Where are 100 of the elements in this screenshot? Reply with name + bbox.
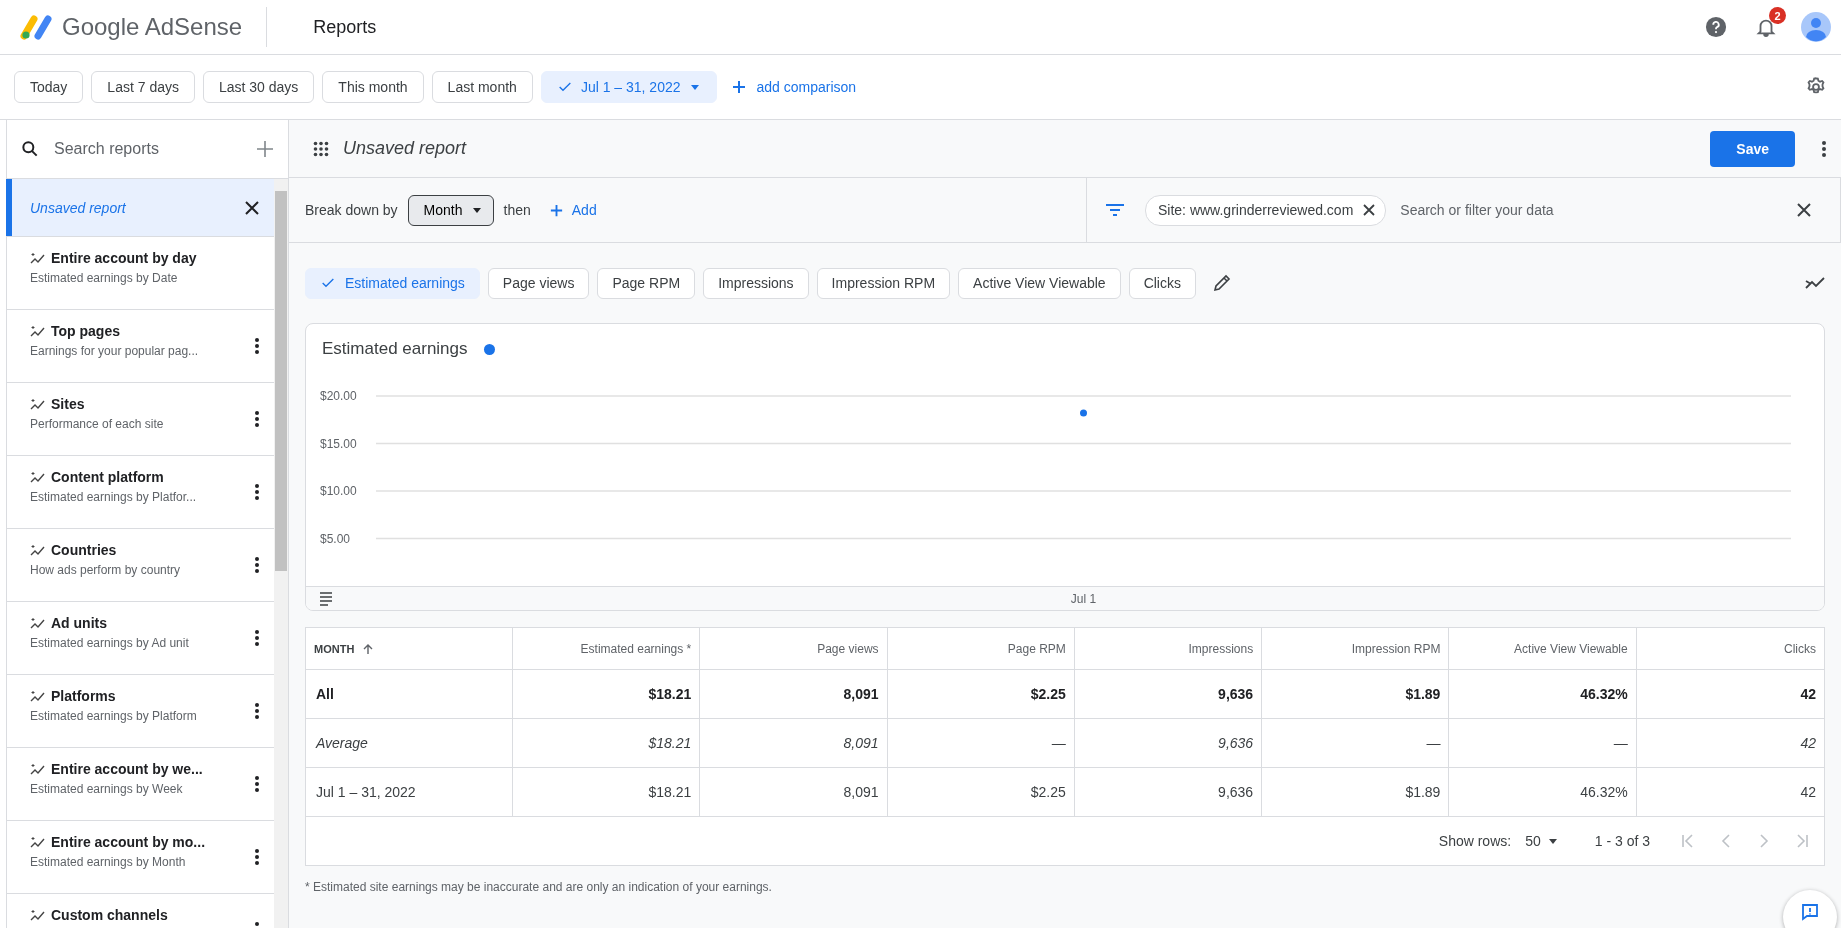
table-cell: $18.21 bbox=[513, 768, 701, 816]
metric-chip[interactable]: Page RPM bbox=[597, 267, 696, 299]
more-icon[interactable] bbox=[254, 483, 260, 501]
close-icon[interactable] bbox=[244, 199, 260, 216]
table-cell: 8,091 bbox=[700, 719, 888, 767]
help-icon[interactable] bbox=[1705, 16, 1727, 38]
date-range-button[interactable]: This month bbox=[322, 71, 424, 103]
column-header[interactable]: Page views bbox=[700, 628, 888, 669]
close-icon[interactable] bbox=[1363, 204, 1376, 216]
filter-chip[interactable]: Site: www.grinderreviewed.com bbox=[1145, 194, 1387, 226]
date-range-button[interactable]: Last 7 days bbox=[91, 71, 195, 103]
filter-field[interactable]: Search or filter your data bbox=[1398, 201, 1784, 219]
table-cell: $2.25 bbox=[887, 670, 1075, 718]
more-icon[interactable] bbox=[254, 337, 260, 355]
notification-badge: 2 bbox=[1769, 7, 1786, 24]
apps-grid-icon[interactable] bbox=[313, 140, 329, 157]
table-cell: Jul 1 – 31, 2022 bbox=[306, 768, 513, 816]
y-axis-label: $15.00 bbox=[320, 436, 357, 451]
column-header[interactable]: Impressions bbox=[1074, 628, 1263, 669]
table-cell: Average bbox=[306, 719, 513, 767]
more-icon[interactable] bbox=[254, 702, 260, 720]
date-range-button[interactable]: Jul 1 – 31, 2022 bbox=[540, 71, 717, 103]
item-subtitle: Estimated earnings by Ad unit bbox=[30, 636, 190, 650]
sparkle-trend-icon bbox=[30, 909, 46, 921]
more-icon[interactable] bbox=[254, 848, 260, 866]
item-subtitle: Earnings for your popular pag... bbox=[30, 344, 200, 358]
y-axis-label: $10.00 bbox=[320, 484, 357, 498]
table-cell: 9,636 bbox=[1074, 768, 1263, 816]
table-cell: 9,636 bbox=[1074, 670, 1263, 718]
column-header[interactable]: Clicks bbox=[1636, 628, 1824, 669]
item-subtitle: Performance of each site bbox=[30, 417, 165, 431]
table-cell-text: 42 bbox=[1799, 685, 1817, 704]
metric-chip[interactable]: Estimated earnings bbox=[305, 267, 480, 299]
trend-toggle-icon[interactable] bbox=[1805, 276, 1825, 290]
data-point bbox=[1080, 409, 1087, 417]
item-subtitle: Estimated earnings by Platform bbox=[30, 709, 198, 723]
adsense-logo-icon bbox=[20, 14, 54, 40]
more-icon[interactable] bbox=[254, 775, 260, 793]
page-title: Reports bbox=[313, 16, 377, 38]
list-icon[interactable] bbox=[319, 592, 333, 606]
date-range-button[interactable]: Last 30 days bbox=[202, 71, 315, 103]
page-range: 1 - 3 of 3 bbox=[1594, 833, 1650, 849]
more-icon[interactable] bbox=[254, 410, 260, 428]
metric-chip[interactable]: Page views bbox=[487, 267, 590, 299]
chart-title: Estimated earnings bbox=[322, 339, 468, 359]
table-cell: 9,636 bbox=[1074, 719, 1263, 767]
column-header[interactable]: Page RPM bbox=[887, 628, 1075, 669]
column-header[interactable]: MONTH bbox=[306, 628, 513, 669]
metric-chip[interactable]: Clicks bbox=[1128, 267, 1196, 299]
more-icon[interactable] bbox=[254, 556, 260, 574]
sparkle-trend-icon bbox=[30, 471, 46, 483]
table-cell: $18.21 bbox=[513, 670, 701, 718]
sparkle-trend-icon bbox=[30, 544, 46, 556]
sparkle-trend-icon bbox=[30, 690, 46, 702]
dimension-dropdown[interactable]: Month bbox=[407, 194, 494, 226]
item-subtitle: Estimated earnings by Platfor... bbox=[30, 490, 198, 504]
chat-icon bbox=[1800, 901, 1820, 922]
column-header[interactable]: Estimated earnings * bbox=[513, 628, 701, 669]
date-range-button[interactable]: Today bbox=[14, 71, 84, 103]
sidebar-item[interactable]: Unsaved report bbox=[6, 179, 274, 237]
feedback-button[interactable] bbox=[1783, 890, 1837, 928]
sort-arrow-icon[interactable] bbox=[362, 642, 375, 655]
add-comparison-link[interactable]: add comparison bbox=[730, 79, 857, 95]
avatar-icon[interactable] bbox=[1801, 12, 1831, 42]
table-cell-text: 42 bbox=[1799, 783, 1817, 802]
close-icon[interactable] bbox=[1796, 202, 1812, 218]
breakdown-label: Break down by bbox=[305, 202, 398, 218]
item-title: Ad units bbox=[51, 615, 107, 631]
item-title: Custom channels bbox=[51, 907, 168, 923]
metric-chip[interactable]: Active View Viewable bbox=[958, 267, 1121, 299]
scrollbar-thumb[interactable] bbox=[275, 191, 287, 571]
date-range-button[interactable]: Last month bbox=[431, 71, 533, 103]
metric-chip[interactable]: Impression RPM bbox=[816, 267, 951, 299]
filter-icon[interactable] bbox=[1105, 202, 1125, 218]
item-subtitle: Estimated earnings by Week bbox=[30, 782, 184, 796]
metric-chip[interactable]: Impressions bbox=[703, 267, 809, 299]
search-icon bbox=[20, 139, 40, 159]
rows-per-page-dropdown[interactable]: 50 bbox=[1519, 832, 1565, 850]
item-title: Sites bbox=[51, 396, 85, 412]
item-title: Top pages bbox=[51, 323, 120, 339]
table-cell: — bbox=[1449, 719, 1637, 767]
plus-icon bbox=[548, 202, 564, 218]
more-icon[interactable] bbox=[1821, 139, 1827, 158]
table-cell: — bbox=[1262, 719, 1450, 767]
sparkle-trend-icon bbox=[30, 617, 46, 629]
scrollbar-track[interactable] bbox=[274, 179, 288, 928]
add-breakdown-link[interactable]: Add bbox=[548, 202, 597, 218]
item-title: Unsaved report bbox=[30, 199, 127, 216]
sparkle-trend-icon bbox=[30, 836, 46, 848]
item-subtitle: Estimated earnings by Date bbox=[30, 271, 179, 285]
table-cell: $18.21 bbox=[513, 719, 701, 767]
table-cell: 46.32% bbox=[1449, 670, 1637, 718]
table-cell-text: 42 bbox=[1799, 734, 1817, 753]
column-header[interactable]: Active View Viewable bbox=[1449, 628, 1637, 669]
add-report-icon[interactable] bbox=[256, 140, 274, 158]
more-icon[interactable] bbox=[254, 629, 260, 647]
pencil-icon[interactable] bbox=[1212, 273, 1232, 293]
column-header[interactable]: Impression RPM bbox=[1262, 628, 1450, 669]
table-cell: 8,091 bbox=[700, 670, 888, 718]
save-button[interactable]: Save bbox=[1710, 130, 1795, 167]
